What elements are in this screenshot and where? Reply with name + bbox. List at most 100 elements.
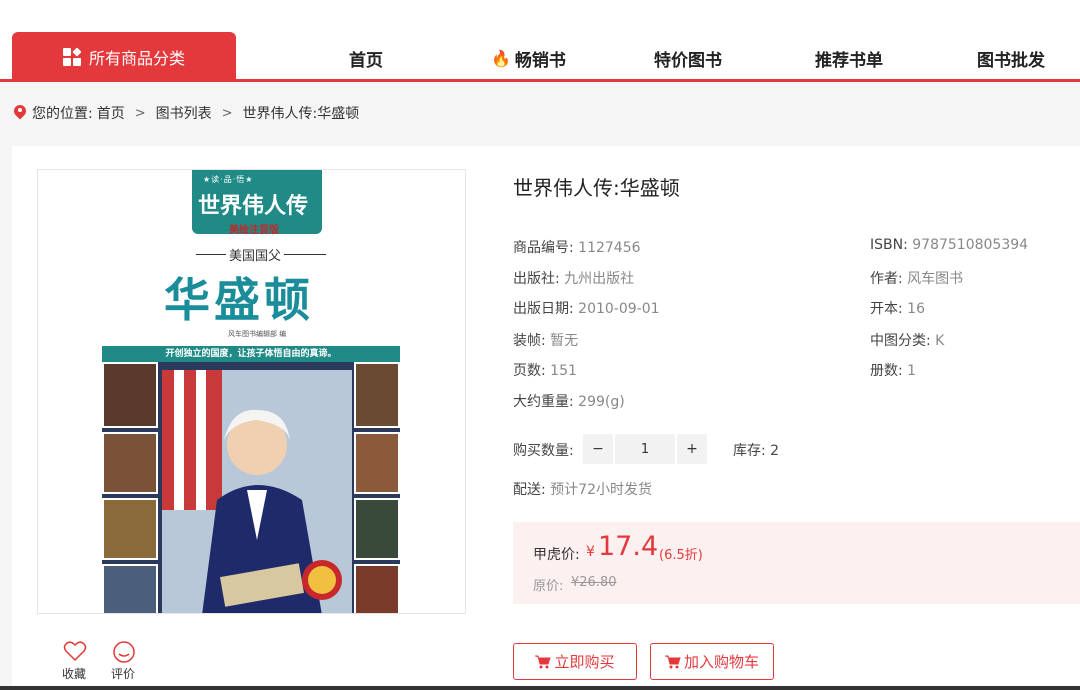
chevron-right-icon: > [221,105,233,121]
shipping-value: 预计72小时发货 [550,482,652,498]
nav-recommended[interactable]: 推荐书单 [815,46,883,71]
portrait-tile [102,498,158,560]
price-discount: (6.5折) [659,548,703,563]
shipping-info: 配送: 预计72小时发货 [513,479,652,499]
portrait-tile [102,564,158,613]
stock-count: 库存: 2 [733,443,780,459]
cover-badge: ★读·品·悟★ [203,175,254,184]
quantity-decrease-button[interactable]: − [583,434,613,464]
spec-value: 风车图书 [907,271,964,287]
cover-edition: 美绘注音版 [229,225,279,236]
nav-bestsellers[interactable]: 🔥 畅销书 [491,46,566,71]
price-value: 17.4 [598,531,659,562]
favorite-button[interactable] [62,640,88,666]
nav-specials-label: 特价图书 [654,51,722,71]
price-currency: ¥ [586,544,595,560]
chevron-right-icon: > [134,105,146,121]
spec-value: 1127456 [578,240,641,256]
nav-specials[interactable]: 特价图书 [654,46,722,71]
breadcrumb-prefix: 您的位置: [32,106,93,122]
nav-bestsellers-label: 畅销书 [514,51,566,71]
price-label: 甲虎价: [533,547,580,563]
breadcrumb-book-list[interactable]: 图书列表 [156,103,212,123]
spec-volumes: 册数: 1 [870,360,916,380]
nav-home[interactable]: 首页 [349,46,383,71]
quantity-stepper: − 1 + [583,434,707,464]
spec-label: 出版日期: [513,301,574,317]
flame-icon: 🔥 [491,49,511,68]
spec-binding: 装帧: 暂无 [513,330,578,350]
spec-label: 商品编号: [513,240,574,256]
spec-label: 装帧: [513,333,546,349]
breadcrumb: 您的位置: 首页 > 图书列表 > 世界伟人传:华盛顿 [14,103,359,123]
spec-label: 册数: [870,363,903,379]
location-pin-icon [14,105,26,121]
spec-label: 开本: [870,301,903,317]
cover-illustration [102,362,400,613]
cover-slogan: 开创独立的国度，让孩子体悟自由的真谛。 [102,346,400,362]
washington-portrait [162,370,352,613]
all-categories-button[interactable]: 所有商品分类 [12,32,236,82]
spec-value: 9787510805394 [912,237,1029,253]
buy-now-label: 立即购买 [554,653,615,671]
heart-icon [63,641,87,662]
quantity-input[interactable]: 1 [615,434,675,464]
quantity-increase-button[interactable]: + [677,434,707,464]
spec-pages: 页数: 151 [513,360,577,380]
quantity-label: 购买数量: [513,443,574,459]
cover-series-title: 世界伟人传 [198,193,309,219]
spec-value: K [935,333,945,349]
spec-value: 151 [550,363,577,379]
portrait-tile [354,498,400,560]
spec-publish-date: 出版日期: 2010-09-01 [513,298,660,318]
cover-small-name: 美国国父 [226,245,285,264]
price-box: 甲虎价: ¥ 17.4 (6.5折) 原价: ¥26.80 [513,522,1080,604]
spec-label: 页数: [513,363,546,379]
favorite-label: 收藏 [62,667,87,681]
spec-classification: 中图分类: K [870,330,944,350]
breadcrumb-home[interactable]: 首页 [97,103,125,123]
spec-item-number: 商品编号: 1127456 [513,237,641,257]
spec-format: 开本: 16 [870,298,925,318]
cover-credit: 风车图书编辑部 编 [228,330,287,338]
top-nav: 所有商品分类 首页 🔥 畅销书 特价图书 推荐书单 图书批发 [0,0,1080,82]
book-cover: ★读·品·悟★ 世界伟人传 美绘注音版 美国国父 华盛顿 风车图书编辑部 编 开… [100,170,400,613]
breadcrumb-current: 世界伟人传:华盛顿 [242,106,360,122]
cover-name: 华盛顿 [164,273,314,327]
review-label: 评价 [111,667,136,681]
spec-value: 1 [907,363,917,379]
spec-value: 2010-09-01 [578,301,660,317]
spec-label: ISBN: [870,237,908,253]
original-price-value: ¥26.80 [571,575,617,590]
spec-value: 16 [907,301,925,317]
spec-weight: 大约重量: 299(g) [513,391,625,411]
buy-now-button[interactable]: 立即购买 [513,643,637,680]
spec-author: 作者: 风车图书 [870,268,963,288]
portrait-tile [102,432,158,494]
grid-icon [62,47,82,66]
nav-wholesale[interactable]: 图书批发 [977,46,1045,71]
spec-publisher: 出版社: 九州出版社 [513,268,634,288]
cart-icon [535,655,552,668]
smile-icon [113,641,135,663]
original-price-label: 原价: [533,579,564,594]
add-to-cart-button[interactable]: 加入购物车 [650,643,774,680]
spec-isbn: ISBN: 9787510805394 [870,237,1028,253]
spec-label: 出版社: [513,271,560,287]
portrait-tile [354,362,400,428]
portrait-tile [354,564,400,613]
add-to-cart-label: 加入购物车 [683,653,759,671]
spec-label: 中图分类: [870,333,931,349]
spec-value: 299(g) [578,394,625,410]
product-title: 世界伟人传:华盛顿 [513,176,680,200]
all-categories-label: 所有商品分类 [88,49,185,68]
product-cover-image[interactable]: ★读·品·悟★ 世界伟人传 美绘注音版 美国国父 华盛顿 风车图书编辑部 编 开… [37,169,466,614]
portrait-tile [102,362,158,428]
nav-recommended-label: 推荐书单 [815,51,883,71]
window-bottom-edge [0,686,1080,690]
review-button[interactable] [111,640,137,668]
shipping-label: 配送: [513,482,546,498]
nav-wholesale-label: 图书批发 [977,51,1045,71]
spec-label: 大约重量: [513,394,574,410]
spec-value: 九州出版社 [564,271,635,287]
